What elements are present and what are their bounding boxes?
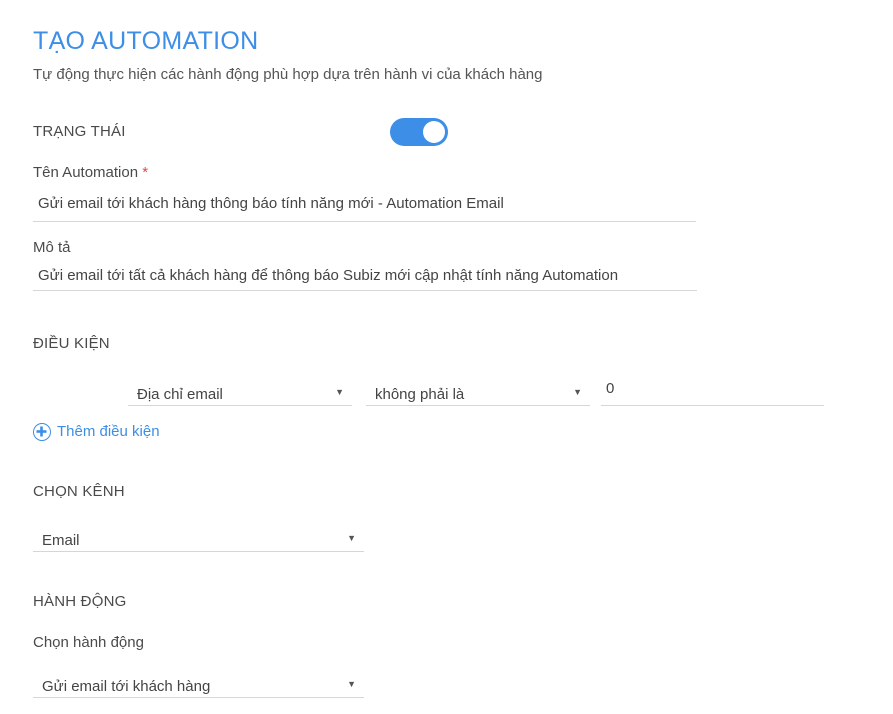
condition-attribute-value: Địa chỉ email [137, 386, 223, 403]
status-label: TRẠNG THÁI [33, 123, 126, 140]
toggle-knob [423, 121, 445, 143]
page-subtitle: Tự động thực hiện các hành động phù hợp … [33, 66, 543, 83]
channel-select[interactable]: Email ▼ [33, 527, 364, 552]
channel-value: Email [42, 532, 80, 549]
caret-down-icon: ▼ [335, 387, 344, 397]
action-value: Gửi email tới khách hàng [42, 678, 211, 695]
plus-circle-icon [33, 423, 51, 441]
conditions-label: ĐIỀU KIỆN [33, 335, 110, 352]
page-title: TẠO AUTOMATION [33, 27, 259, 55]
required-mark: * [142, 164, 149, 181]
name-field-label-text: Tên Automation [33, 164, 139, 181]
description-input[interactable]: Gửi email tới tất cả khách hàng để thông… [33, 267, 697, 291]
add-condition-label: Thêm điều kiện [57, 423, 160, 440]
status-toggle[interactable] [390, 118, 448, 146]
channel-label: CHỌN KÊNH [33, 483, 125, 500]
condition-attribute-select[interactable]: Địa chỉ email ▼ [128, 381, 352, 406]
action-label: HÀNH ĐỘNG [33, 593, 127, 610]
description-label: Mô tả [33, 239, 71, 256]
select-action-label: Chọn hành động [33, 634, 144, 651]
condition-operator-select[interactable]: không phải là ▼ [366, 381, 590, 406]
caret-down-icon: ▼ [347, 533, 356, 543]
caret-down-icon: ▼ [347, 679, 356, 689]
action-select[interactable]: Gửi email tới khách hàng ▼ [33, 673, 364, 698]
caret-down-icon: ▼ [573, 387, 582, 397]
condition-operator-value: không phải là [375, 386, 465, 403]
automation-name-input[interactable]: Gửi email tới khách hàng thông báo tính … [33, 195, 696, 222]
name-field-label: Tên Automation * [33, 164, 148, 181]
condition-value-input[interactable]: 0 [601, 380, 824, 406]
